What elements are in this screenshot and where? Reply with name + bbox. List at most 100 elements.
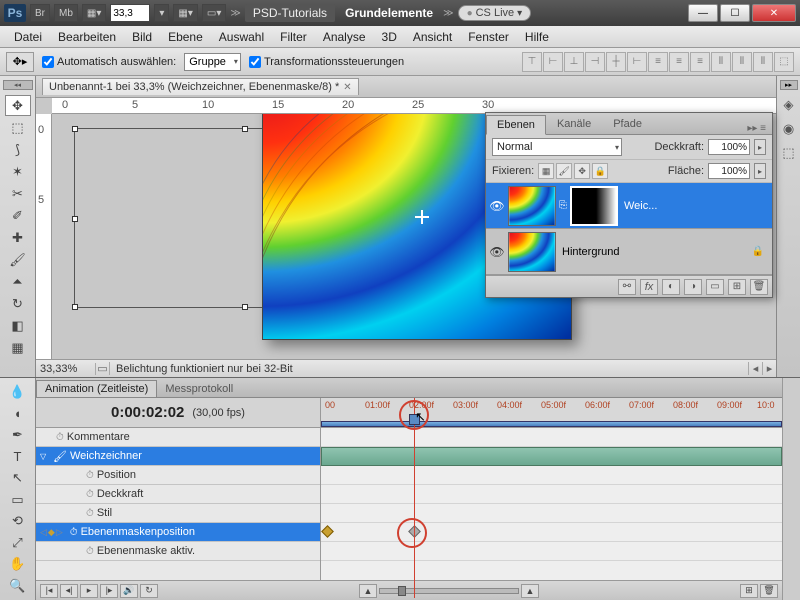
convert-button[interactable]: ⊞ bbox=[740, 584, 758, 598]
zoom-dropdown[interactable]: ▾ bbox=[154, 4, 169, 22]
hand-tool[interactable]: ✋ bbox=[5, 554, 31, 575]
blend-mode-dropdown[interactable]: Normal bbox=[492, 138, 622, 156]
keyframe-icon[interactable] bbox=[321, 525, 334, 538]
layer-name[interactable]: Hintergrund bbox=[558, 246, 619, 258]
align-hcenter-icon[interactable]: ┼ bbox=[606, 52, 626, 72]
timeline-lanes[interactable] bbox=[321, 428, 782, 580]
brush-tool[interactable]: 🖌 bbox=[5, 249, 31, 270]
toolbox-collapse[interactable]: ◂◂ bbox=[3, 80, 33, 90]
dock-collapse[interactable]: ▸▸ bbox=[780, 80, 798, 90]
status-preview-icon[interactable]: ▭ bbox=[96, 362, 110, 375]
crop-tool[interactable]: ✂ bbox=[5, 183, 31, 204]
fx-icon[interactable]: fx bbox=[640, 279, 658, 295]
close-button[interactable]: ✕ bbox=[752, 4, 796, 22]
menu-analyse[interactable]: Analyse bbox=[315, 30, 374, 44]
dodge-tool[interactable]: ◖ bbox=[5, 404, 31, 425]
menu-filter[interactable]: Filter bbox=[272, 30, 315, 44]
work-area-bar[interactable] bbox=[321, 421, 782, 427]
layer-clip[interactable] bbox=[321, 447, 782, 466]
layer-row[interactable]: 👁 Hintergrund 🔒 bbox=[486, 229, 772, 275]
link-icon[interactable]: ⎘ bbox=[558, 200, 568, 211]
zoom-tool[interactable]: 🔍 bbox=[5, 576, 31, 597]
prev-keyframe-icon[interactable]: ◁ bbox=[40, 527, 47, 538]
layer-thumbnail[interactable] bbox=[508, 186, 556, 226]
track-mask-position[interactable]: ◁◆▷ ⏱Ebenenmaskenposition bbox=[36, 523, 320, 542]
auto-align-icon[interactable]: ⬚ bbox=[774, 52, 794, 72]
track-comments[interactable]: ⏱Kommentare bbox=[36, 428, 320, 447]
timeline-ruler[interactable]: 00 01:00f 02:00f 03:00f 04:00f 05:00f 06… bbox=[321, 398, 782, 427]
zoom-out-button[interactable]: ▲ bbox=[359, 584, 377, 598]
menu-hilfe[interactable]: Hilfe bbox=[517, 30, 557, 44]
transform-controls-checkbox[interactable]: Transformationssteuerungen bbox=[249, 56, 404, 68]
status-nav-left[interactable]: ◂ bbox=[748, 362, 762, 375]
minimize-button[interactable]: — bbox=[688, 4, 718, 22]
trash-button[interactable]: 🗑 bbox=[760, 584, 778, 598]
3d-tool[interactable]: ⟲ bbox=[5, 511, 31, 532]
track-style[interactable]: ⏱Stil bbox=[36, 504, 320, 523]
play-button[interactable]: ▸ bbox=[80, 584, 98, 598]
distribute-icon[interactable]: ≡ bbox=[690, 52, 710, 72]
add-keyframe-icon[interactable]: ◆ bbox=[48, 527, 55, 538]
link-layers-icon[interactable]: ⚯ bbox=[618, 279, 636, 295]
shape-tool[interactable]: ▭ bbox=[5, 490, 31, 511]
zoom-field[interactable]: 33,3 bbox=[110, 4, 150, 22]
eraser-tool[interactable]: ◧ bbox=[5, 315, 31, 336]
marquee-tool[interactable]: ⬚ bbox=[5, 117, 31, 138]
fill-field[interactable]: 100% bbox=[708, 163, 750, 179]
zoom-in-button[interactable]: ▲ bbox=[521, 584, 539, 598]
menu-ebene[interactable]: Ebene bbox=[160, 30, 211, 44]
layer-row[interactable]: 👁 ⎘ Weic... bbox=[486, 183, 772, 229]
align-vcenter-icon[interactable]: ⊢ bbox=[543, 52, 563, 72]
wand-tool[interactable]: ✶ bbox=[5, 161, 31, 182]
stamp-tool[interactable]: ⏶ bbox=[5, 271, 31, 292]
distribute-icon[interactable]: ⦀ bbox=[711, 52, 731, 72]
menu-datei[interactable]: Datei bbox=[6, 30, 50, 44]
lock-position-icon[interactable]: ✥ bbox=[574, 163, 590, 179]
heal-tool[interactable]: ✚ bbox=[5, 227, 31, 248]
trash-icon[interactable]: 🗑 bbox=[750, 279, 768, 295]
close-tab-icon[interactable]: ✕ bbox=[343, 82, 351, 93]
lock-all-icon[interactable]: 🔒 bbox=[592, 163, 608, 179]
3d-camera-tool[interactable]: ⤢ bbox=[5, 533, 31, 554]
history-brush-tool[interactable]: ↻ bbox=[5, 293, 31, 314]
blur-tool[interactable]: 💧 bbox=[5, 382, 31, 403]
align-left-icon[interactable]: ⊣ bbox=[585, 52, 605, 72]
next-frame-button[interactable]: |▸ bbox=[100, 584, 118, 598]
menu-auswahl[interactable]: Auswahl bbox=[211, 30, 272, 44]
menu-ansicht[interactable]: Ansicht bbox=[405, 30, 460, 44]
track-layer[interactable]: ▽🖌Weichzeichner bbox=[36, 447, 320, 466]
new-layer-icon[interactable]: ⊞ bbox=[728, 279, 746, 295]
distribute-icon[interactable]: ⦀ bbox=[732, 52, 752, 72]
align-right-icon[interactable]: ⊢ bbox=[627, 52, 647, 72]
track-position[interactable]: ⏱Position bbox=[36, 466, 320, 485]
layer-thumbnail[interactable] bbox=[508, 232, 556, 272]
visibility-icon[interactable]: 👁 bbox=[488, 199, 506, 213]
lasso-tool[interactable]: ⟆ bbox=[5, 139, 31, 160]
track-mask-enable[interactable]: ⏱Ebenenmaske aktiv. bbox=[36, 542, 320, 561]
minibridge-button[interactable]: Mb bbox=[54, 4, 78, 22]
tab-ebenen[interactable]: Ebenen bbox=[486, 115, 546, 135]
distribute-icon[interactable]: ≡ bbox=[669, 52, 689, 72]
eyedropper-tool[interactable]: ✐ bbox=[5, 205, 31, 226]
distribute-icon[interactable]: ≡ bbox=[648, 52, 668, 72]
visibility-icon[interactable]: 👁 bbox=[488, 245, 506, 259]
breadcrumb-tutorials[interactable]: PSD-Tutorials bbox=[245, 4, 335, 22]
lock-transparency-icon[interactable]: ▦ bbox=[538, 163, 554, 179]
group-icon[interactable]: ▭ bbox=[706, 279, 724, 295]
status-nav-right[interactable]: ▸ bbox=[762, 362, 776, 375]
distribute-icon[interactable]: ⦀ bbox=[753, 52, 773, 72]
next-keyframe-icon[interactable]: ▷ bbox=[56, 527, 63, 538]
path-select-tool[interactable]: ↖ bbox=[5, 468, 31, 489]
timecode[interactable]: 0:00:02:02 bbox=[111, 404, 184, 421]
menu-bild[interactable]: Bild bbox=[124, 30, 160, 44]
track-opacity[interactable]: ⏱Deckkraft bbox=[36, 485, 320, 504]
status-zoom[interactable]: 33,33% bbox=[36, 363, 96, 375]
opacity-slider-toggle[interactable]: ▸ bbox=[754, 139, 766, 155]
layer-name[interactable]: Weic... bbox=[620, 200, 657, 212]
menu-fenster[interactable]: Fenster bbox=[460, 30, 517, 44]
auto-select-dropdown[interactable]: Gruppe bbox=[184, 53, 241, 71]
fill-slider-toggle[interactable]: ▸ bbox=[754, 163, 766, 179]
move-tool-indicator[interactable]: ✥▸ bbox=[6, 52, 34, 72]
lock-pixels-icon[interactable]: 🖌 bbox=[556, 163, 572, 179]
tab-animation[interactable]: Animation (Zeitleiste) bbox=[36, 380, 157, 397]
